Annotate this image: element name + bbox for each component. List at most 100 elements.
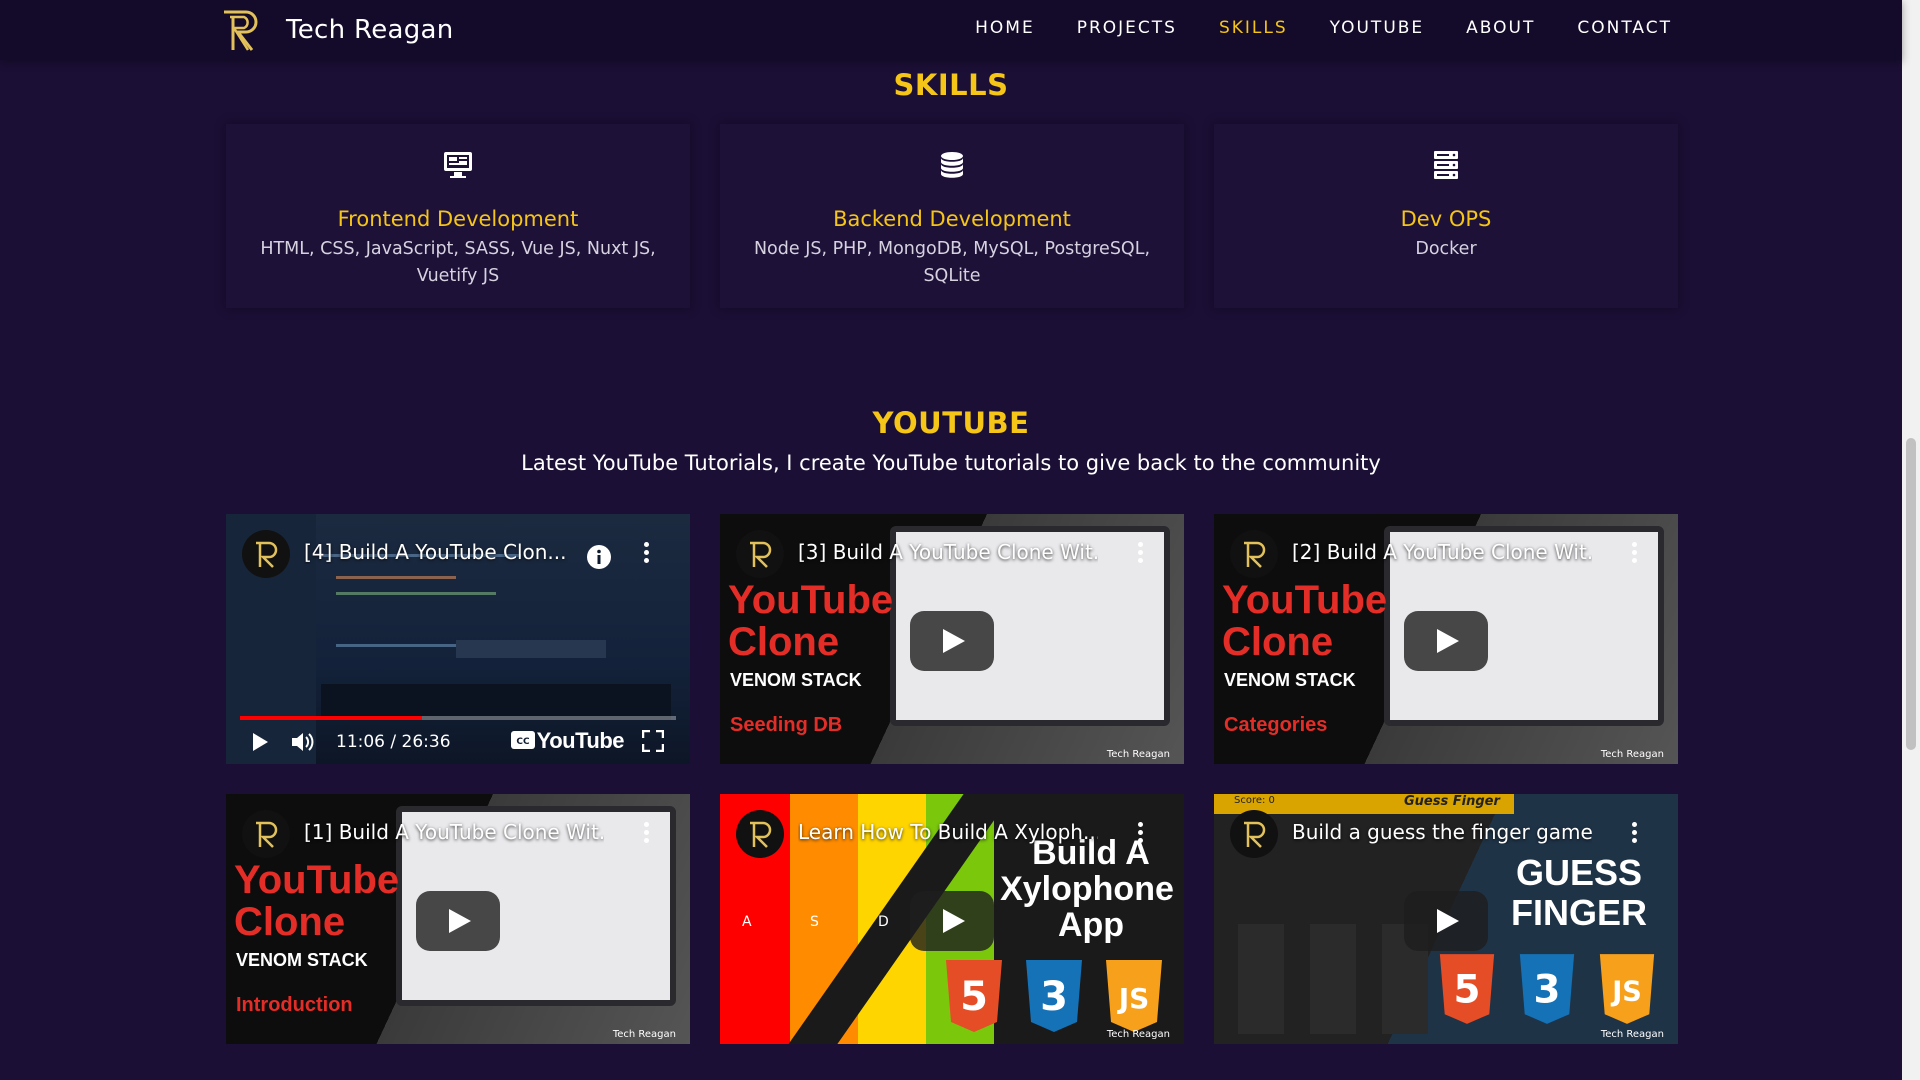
video-title[interactable]: [3] Build A YouTube Clone Wit... bbox=[798, 540, 1098, 564]
play-button[interactable] bbox=[1404, 891, 1488, 951]
skill-desc: HTML, CSS, JavaScript, SASS, Vue JS, Nux… bbox=[260, 239, 656, 286]
nav-home[interactable]: HOME bbox=[975, 18, 1035, 38]
svg-text:CC: CC bbox=[516, 737, 530, 747]
video-title[interactable]: [4] Build A YouTube Clon... bbox=[304, 540, 604, 564]
brand[interactable]: Tech Reagan bbox=[220, 8, 454, 52]
channel-avatar[interactable] bbox=[736, 810, 784, 858]
more-options-icon[interactable] bbox=[644, 822, 650, 844]
skill-card-frontend: Frontend Development HTML, CSS, JavaScri… bbox=[226, 124, 690, 308]
server-icon bbox=[1434, 151, 1458, 179]
video-title[interactable]: [1] Build A YouTube Clone Wit... bbox=[304, 820, 604, 844]
nav-skills[interactable]: SKILLS bbox=[1219, 18, 1288, 38]
thumb-line-2: FINGER bbox=[1510, 892, 1647, 933]
channel-avatar[interactable] bbox=[1230, 810, 1278, 858]
video-title[interactable]: Learn How To Build A Xyloph... bbox=[798, 820, 1098, 844]
thumb-line-2: Clone bbox=[728, 620, 840, 664]
xylophone-key-d: D bbox=[878, 914, 889, 930]
nav-youtube[interactable]: YOUTUBE bbox=[1330, 18, 1425, 38]
info-icon[interactable] bbox=[586, 544, 612, 570]
javascript-icon: JS bbox=[1106, 960, 1162, 1032]
skills-heading: SKILLS bbox=[893, 68, 1009, 102]
play-icon[interactable] bbox=[250, 732, 270, 752]
video-embed-6[interactable]: Score: 0 Guess Finger GUESS FINGER 5 3 J… bbox=[1214, 794, 1678, 1044]
html5-icon: 5 bbox=[946, 960, 1002, 1032]
svg-text:3: 3 bbox=[1040, 974, 1068, 1020]
thumb-credit: Tech Reagan bbox=[1106, 1029, 1170, 1040]
thumb-line-3: App bbox=[1057, 906, 1125, 944]
finger-card bbox=[1238, 924, 1284, 1034]
monitor-icon bbox=[444, 152, 472, 178]
nav-about[interactable]: ABOUT bbox=[1466, 18, 1535, 38]
youtube-logo[interactable]: YouTube bbox=[537, 728, 625, 754]
channel-avatar[interactable] bbox=[736, 530, 784, 578]
navbar: Tech Reagan HOME PROJECTS SKILLS YOUTUBE… bbox=[0, 0, 1902, 60]
game-header: Guess Finger bbox=[1404, 794, 1500, 809]
captions-icon[interactable]: CC bbox=[510, 730, 536, 750]
html5-icon: 5 bbox=[1439, 954, 1495, 1024]
thumb-episode: Introduction bbox=[236, 994, 353, 1016]
video-embed-2[interactable]: YouTube Clone VENOM STACK Seeding DB [3]… bbox=[720, 514, 1184, 764]
play-button[interactable] bbox=[910, 891, 994, 951]
tech-reagan-logo-icon bbox=[256, 821, 278, 848]
video-embed-5[interactable]: A S D Build A Xylophone App 5 3 JS Learn… bbox=[720, 794, 1184, 1044]
thumb-line-1: YouTube bbox=[234, 858, 400, 902]
brand-name: Tech Reagan bbox=[286, 15, 454, 45]
skill-desc: Docker bbox=[1415, 239, 1477, 259]
svg-text:3: 3 bbox=[1534, 968, 1561, 1013]
video-time: 11:06 / 26:36 bbox=[336, 732, 451, 752]
nav-links: HOME PROJECTS SKILLS YOUTUBE ABOUT CONTA… bbox=[933, 18, 1672, 38]
page-scrollbar[interactable] bbox=[1902, 0, 1920, 1080]
video-title[interactable]: [2] Build A YouTube Clone Wit... bbox=[1292, 540, 1592, 564]
video-embed-4[interactable]: YouTube Clone VENOM STACK Introduction [… bbox=[226, 794, 690, 1044]
fullscreen-icon[interactable] bbox=[642, 730, 664, 752]
svg-text:JS: JS bbox=[1117, 982, 1150, 1015]
xylophone-key-a: A bbox=[742, 914, 752, 930]
youtube-heading: YOUTUBE bbox=[872, 406, 1030, 440]
thumb-credit: Tech Reagan bbox=[612, 1029, 676, 1040]
thumb-line-2: Clone bbox=[234, 900, 346, 944]
skill-name: Dev OPS bbox=[1400, 207, 1492, 231]
video-title[interactable]: Build a guess the finger game... bbox=[1292, 820, 1592, 844]
tech-reagan-logo-icon bbox=[750, 821, 772, 848]
game-score: Score: 0 bbox=[1234, 795, 1275, 806]
play-button[interactable] bbox=[910, 611, 994, 671]
finger-card bbox=[1310, 924, 1356, 1034]
channel-avatar[interactable] bbox=[242, 810, 290, 858]
skill-card-devops: Dev OPS Docker bbox=[1214, 124, 1678, 308]
channel-avatar[interactable] bbox=[242, 530, 290, 578]
xylophone-key-s: S bbox=[810, 914, 819, 930]
thumb-line-2: Xylophone bbox=[1000, 870, 1174, 908]
thumb-episode: Seeding DB bbox=[730, 714, 843, 736]
nav-contact[interactable]: CONTACT bbox=[1577, 18, 1672, 38]
thumb-line-2: Clone bbox=[1222, 620, 1334, 664]
svg-text:5: 5 bbox=[960, 974, 988, 1020]
skill-name: Frontend Development bbox=[337, 207, 579, 231]
tech-reagan-logo-icon bbox=[224, 10, 258, 51]
video-embed-3[interactable]: YouTube Clone VENOM STACK Categories [2]… bbox=[1214, 514, 1678, 764]
thumb-line-1: YouTube bbox=[728, 578, 894, 622]
nav-projects[interactable]: PROJECTS bbox=[1077, 18, 1177, 38]
thumb-line-1: GUESS bbox=[1515, 852, 1643, 893]
play-button[interactable] bbox=[1404, 611, 1488, 671]
play-button[interactable] bbox=[416, 891, 500, 951]
database-icon bbox=[941, 152, 963, 178]
more-options-icon[interactable] bbox=[644, 542, 650, 564]
player-controls: 11:06 / 26:36 CC YouTube bbox=[226, 714, 690, 764]
thumb-episode: Categories bbox=[1224, 714, 1328, 736]
channel-avatar[interactable] bbox=[1230, 530, 1278, 578]
more-options-icon[interactable] bbox=[1632, 542, 1638, 564]
svg-text:5: 5 bbox=[1454, 968, 1481, 1013]
svg-text:JS: JS bbox=[1610, 977, 1642, 1008]
volume-icon[interactable] bbox=[290, 730, 316, 754]
video-embed-1[interactable]: [4] Build A YouTube Clon... 11:06 / 26:3… bbox=[226, 514, 690, 764]
thumb-stack: VENOM STACK bbox=[1224, 670, 1356, 690]
thumb-credit: Tech Reagan bbox=[1106, 749, 1170, 760]
skill-desc: Node JS, PHP, MongoDB, MySQL, PostgreSQL… bbox=[753, 239, 1151, 286]
more-options-icon[interactable] bbox=[1632, 822, 1638, 844]
more-options-icon[interactable] bbox=[1138, 822, 1144, 844]
tech-reagan-logo-icon bbox=[1244, 821, 1266, 848]
scrollbar-thumb[interactable] bbox=[1906, 438, 1916, 750]
progress-bar[interactable] bbox=[240, 716, 676, 720]
thumb-credit: Tech Reagan bbox=[1600, 749, 1664, 760]
more-options-icon[interactable] bbox=[1138, 542, 1144, 564]
